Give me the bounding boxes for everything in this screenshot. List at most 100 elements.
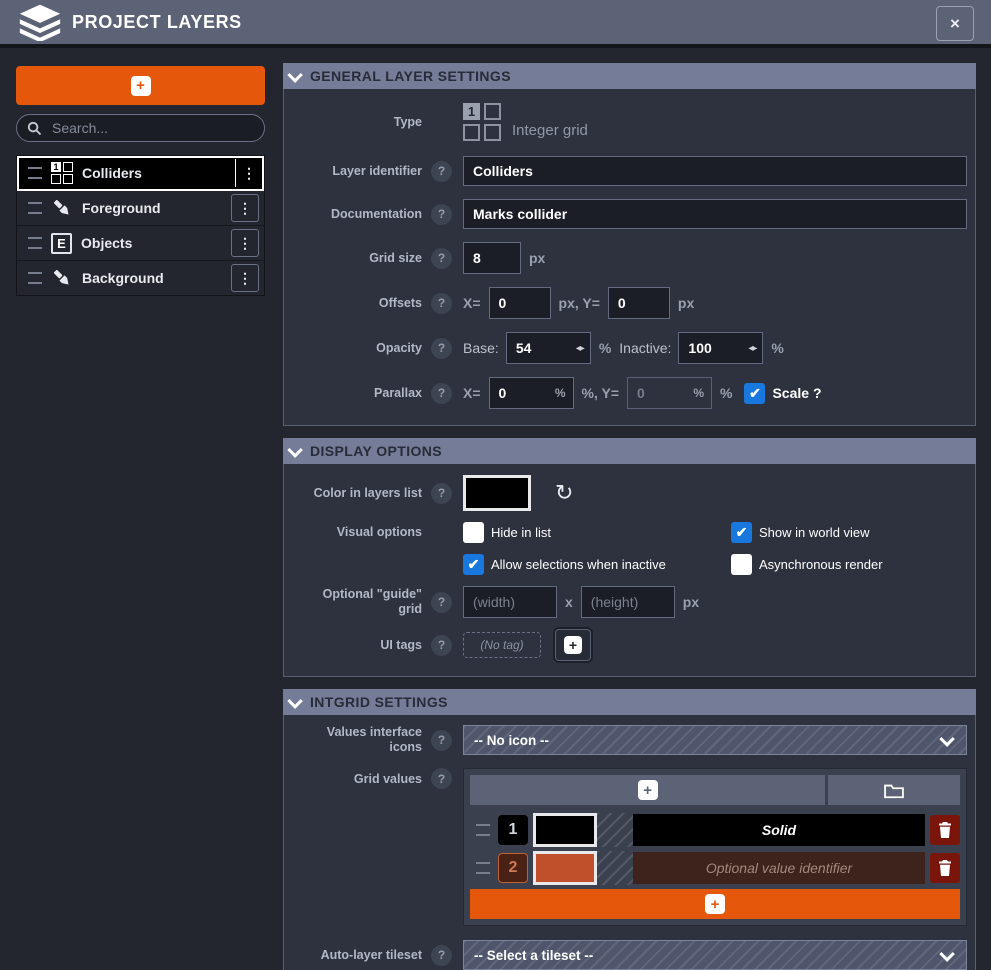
- checkbox-label: Asynchronous render: [759, 557, 883, 572]
- help-icon[interactable]: ?: [431, 383, 452, 404]
- layer-row-foreground[interactable]: Foreground ⋮: [17, 191, 264, 226]
- layer-row-background[interactable]: Background ⋮: [17, 261, 264, 295]
- opacity-row: Opacity ? Base: ◂▸ % Inactive: ◂▸: [298, 332, 967, 364]
- layer-menu-button[interactable]: ⋮: [231, 264, 259, 292]
- parallax-mid-label: %, Y=: [582, 385, 620, 401]
- chevron-down-icon: [287, 693, 303, 709]
- value-color-swatch[interactable]: [533, 851, 597, 885]
- documentation-input[interactable]: [463, 199, 967, 229]
- drag-handle-icon[interactable]: [28, 272, 42, 284]
- parallax-y-input[interactable]: [627, 377, 712, 409]
- opacity-inactive-label: Inactive:: [619, 340, 671, 356]
- layer-color-swatch[interactable]: [463, 475, 531, 511]
- layer-name: Foreground: [82, 200, 231, 216]
- plus-icon: +: [638, 780, 658, 800]
- opacity-base-input[interactable]: [506, 332, 591, 364]
- grid-values-label: Grid values: [298, 772, 422, 787]
- offset-y-input[interactable]: [608, 287, 670, 319]
- drag-handle-icon[interactable]: [28, 202, 42, 214]
- value-badge: 2: [498, 853, 528, 883]
- grid-value-row-2: 2: [470, 851, 960, 885]
- parallax-x-input[interactable]: [489, 377, 574, 409]
- search-icon: [27, 121, 42, 136]
- add-grid-value-button[interactable]: +: [470, 775, 825, 805]
- section-intgrid-header[interactable]: INTGRID SETTINGS: [283, 689, 976, 715]
- value-identifier-input[interactable]: [633, 852, 925, 884]
- help-icon[interactable]: ?: [431, 768, 452, 789]
- help-icon[interactable]: ?: [431, 483, 452, 504]
- show-in-world-view-checkbox[interactable]: [731, 522, 752, 543]
- hide-in-list-checkbox[interactable]: [463, 522, 484, 543]
- visual-options-row: Visual options Hide in list Show in worl…: [298, 522, 967, 575]
- scale-checkbox[interactable]: [744, 383, 765, 404]
- guide-width-input[interactable]: [463, 586, 557, 618]
- checkbox-label: Hide in list: [491, 525, 551, 540]
- px-unit: px: [529, 250, 545, 266]
- opacity-inactive-input[interactable]: [678, 332, 763, 364]
- trash-icon: [938, 860, 952, 876]
- checkbox-label: Allow selections when inactive: [491, 557, 666, 572]
- values-icons-dropdown[interactable]: -- No icon --: [463, 725, 967, 755]
- plus-icon: +: [564, 636, 582, 654]
- layer-identifier-input[interactable]: [463, 156, 967, 186]
- allow-selections-checkbox[interactable]: [463, 554, 484, 575]
- value-color-swatch[interactable]: [533, 813, 597, 847]
- documentation-row: Documentation ?: [298, 199, 967, 229]
- delete-value-button[interactable]: [930, 815, 960, 845]
- drag-handle-icon[interactable]: [476, 862, 490, 874]
- help-icon[interactable]: ?: [431, 338, 452, 359]
- intgrid-layer-icon: 1: [51, 162, 73, 184]
- layer-name: Colliders: [82, 165, 235, 181]
- chevron-down-icon: [287, 442, 303, 458]
- layer-menu-button[interactable]: ⋮: [231, 194, 259, 222]
- scale-label: Scale ?: [772, 385, 821, 401]
- reset-color-icon[interactable]: ↻: [555, 482, 573, 504]
- help-icon[interactable]: ?: [431, 635, 452, 656]
- add-tag-button[interactable]: +: [555, 629, 591, 661]
- percent-unit: %: [771, 340, 783, 356]
- parallax-label: Parallax: [298, 386, 422, 401]
- auto-tileset-dropdown[interactable]: -- Select a tileset --: [463, 940, 967, 970]
- help-icon[interactable]: ?: [431, 293, 452, 314]
- chevron-down-icon: [287, 67, 303, 83]
- add-value-bar-button[interactable]: +: [470, 889, 960, 919]
- layer-row-objects[interactable]: E Objects ⋮: [17, 226, 264, 261]
- offsets-row: Offsets ? X= px, Y= px: [298, 287, 967, 319]
- layer-row-colliders[interactable]: 1 Colliders ⋮: [17, 156, 264, 191]
- group-folder-button[interactable]: [828, 775, 960, 805]
- layer-search[interactable]: [16, 114, 265, 142]
- search-input[interactable]: [50, 119, 254, 137]
- drag-handle-icon[interactable]: [28, 167, 42, 179]
- section-display-header[interactable]: DISPLAY OPTIONS: [283, 438, 976, 464]
- opacity-label: Opacity: [298, 341, 422, 356]
- section-general-header[interactable]: GENERAL LAYER SETTINGS: [283, 63, 976, 89]
- help-icon[interactable]: ?: [431, 945, 452, 966]
- offset-x-prefix: X=: [463, 295, 481, 311]
- guide-height-input[interactable]: [581, 586, 675, 618]
- hatch-decoration: [597, 851, 633, 885]
- offset-x-input[interactable]: [489, 287, 551, 319]
- grid-size-label: Grid size: [298, 251, 422, 266]
- value-identifier-input[interactable]: [633, 814, 925, 846]
- close-button[interactable]: ×: [936, 6, 974, 41]
- help-icon[interactable]: ?: [431, 161, 452, 182]
- layer-menu-button[interactable]: ⋮: [231, 229, 259, 257]
- help-icon[interactable]: ?: [431, 730, 452, 751]
- add-layer-button[interactable]: +: [16, 66, 265, 105]
- auto-tileset-label: Auto-layer tileset: [298, 948, 422, 963]
- dropdown-value: -- Select a tileset --: [474, 948, 943, 963]
- help-icon[interactable]: ?: [431, 204, 452, 225]
- layer-menu-button[interactable]: ⋮: [235, 159, 262, 187]
- help-icon[interactable]: ?: [431, 248, 452, 269]
- async-render-checkbox[interactable]: [731, 554, 752, 575]
- section-title: DISPLAY OPTIONS: [310, 443, 442, 459]
- opacity-base-label: Base:: [463, 340, 499, 356]
- drag-handle-icon[interactable]: [476, 824, 490, 836]
- trash-icon: [938, 822, 952, 838]
- delete-value-button[interactable]: [930, 853, 960, 883]
- drag-handle-icon[interactable]: [28, 237, 42, 249]
- help-icon[interactable]: ?: [431, 592, 452, 613]
- grid-size-input[interactable]: [463, 242, 521, 274]
- grid-value-row-1: 1: [470, 813, 960, 847]
- percent-unit: %: [599, 340, 611, 356]
